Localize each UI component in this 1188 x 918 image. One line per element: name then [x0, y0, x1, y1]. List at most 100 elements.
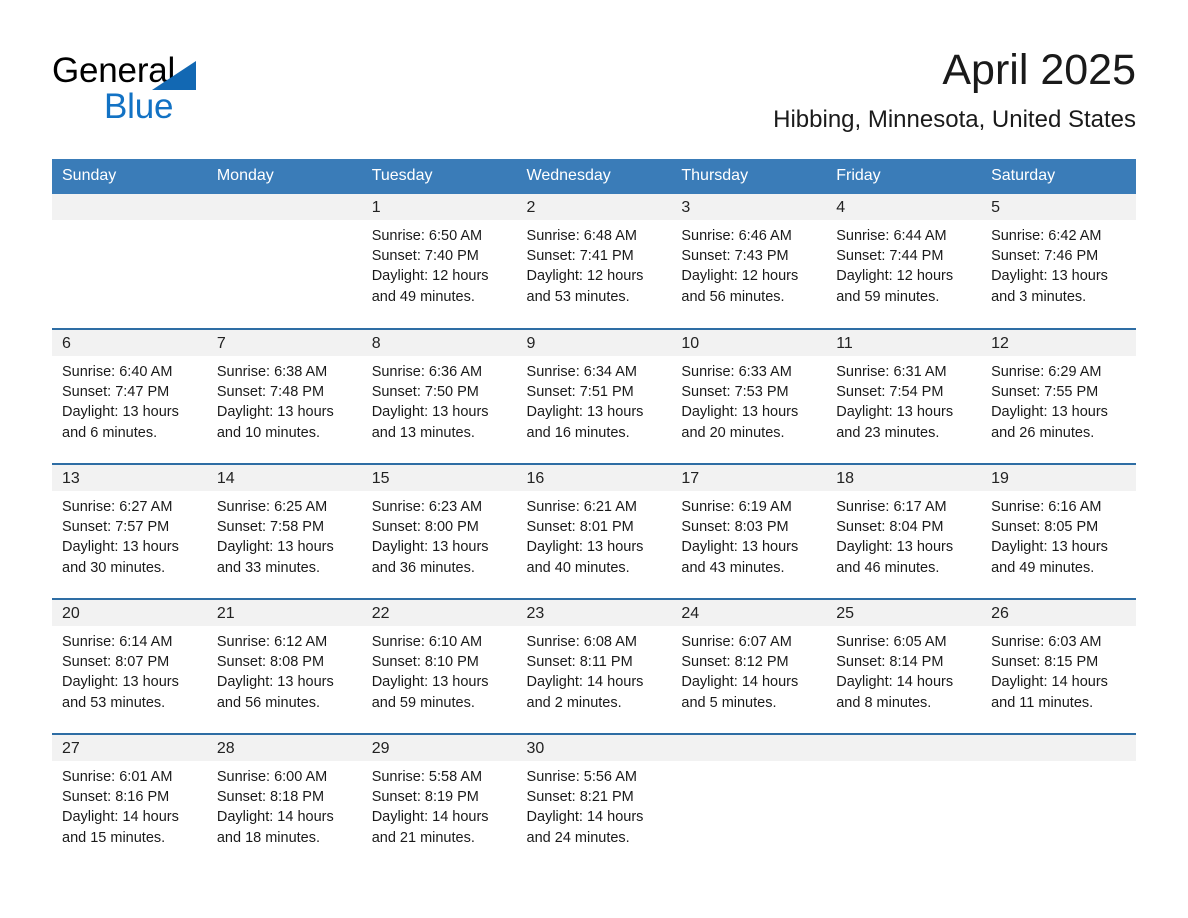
day-cell-13[interactable]: 13 Sunrise: 6:27 AM Sunset: 7:57 PM Dayligh…: [52, 463, 207, 599]
day-details: Sunrise: 6:21 AM Sunset: 8:01 PM Daylight:…: [517, 491, 672, 578]
day-detail-line: Sunset: 8:11 PM: [526, 654, 633, 671]
day-detail-line: Daylight: 13 hours: [991, 268, 1108, 285]
day-cell-27[interactable]: 27 Sunrise: 6:01 AM Sunset: 8:16 PM Dayligh…: [52, 733, 207, 869]
day-number: [52, 194, 207, 220]
day-detail-line: Daylight: 13 hours: [681, 404, 799, 421]
day-detail-line: and 8 minutes.: [836, 694, 932, 711]
day-cell-19[interactable]: 19 Sunrise: 6:16 AM Sunset: 8:05 PM Dayligh…: [981, 463, 1136, 599]
day-detail-line: Sunset: 8:16 PM: [62, 789, 170, 806]
day-detail-line: Sunrise: 6:34 AM: [526, 364, 637, 380]
day-cell-empty: [826, 733, 982, 869]
day-cell-28[interactable]: 28 Sunrise: 6:00 AM Sunset: 8:18 PM Dayligh…: [206, 733, 362, 869]
day-cell-14[interactable]: 14 Sunrise: 6:25 AM Sunset: 7:58 PM Dayligh…: [206, 463, 362, 599]
day-cell-9[interactable]: 9 Sunrise: 6:34 AM Sunset: 7:51 PM Daylight…: [516, 328, 672, 464]
day-cell-24[interactable]: 24 Sunrise: 6:07 AM Sunset: 8:12 PM Dayligh…: [671, 598, 827, 734]
day-number: 22: [361, 600, 517, 626]
day-detail-line: Sunrise: 6:33 AM: [681, 364, 792, 380]
weekday-header-sunday: Sunday: [52, 159, 207, 194]
general-blue-logo[interactable]: General Blue: [52, 52, 312, 144]
day-number: 24: [671, 600, 827, 626]
day-cell-20[interactable]: 20 Sunrise: 6:14 AM Sunset: 8:07 PM Dayligh…: [52, 598, 207, 734]
day-cell-26[interactable]: 26 Sunrise: 6:03 AM Sunset: 8:15 PM Dayligh…: [981, 598, 1136, 734]
day-details: Sunrise: 5:58 AM Sunset: 8:19 PM Daylight:…: [362, 761, 517, 848]
day-number: 26: [981, 600, 1136, 626]
day-number: 25: [826, 600, 982, 626]
day-number: [981, 735, 1136, 761]
day-detail-line: and 23 minutes.: [836, 424, 940, 441]
day-cell-7[interactable]: 7 Sunrise: 6:38 AM Sunset: 7:48 PM Daylight…: [206, 328, 362, 464]
day-detail-line: Sunrise: 6:00 AM: [216, 769, 328, 785]
day-cell-empty: [52, 194, 207, 329]
day-detail-line: Daylight: 12 hours: [371, 268, 489, 285]
day-cell-15[interactable]: 15 Sunrise: 6:23 AM Sunset: 8:00 PM Dayligh…: [361, 463, 517, 599]
day-detail-line: and 59 minutes.: [836, 288, 940, 305]
day-cell-22[interactable]: 22 Sunrise: 6:10 AM Sunset: 8:10 PM Dayligh…: [361, 598, 517, 734]
day-number: 6: [52, 330, 207, 356]
day-detail-line: Sunset: 8:14 PM: [836, 654, 944, 671]
day-detail-line: Daylight: 14 hours: [216, 809, 334, 826]
page-header: General Blue April 2025 Hibbing, Minneso…: [52, 44, 1136, 152]
day-cell-6[interactable]: 6 Sunrise: 6:40 AM Sunset: 7:47 PM Daylight…: [52, 328, 207, 464]
day-number: 29: [361, 735, 517, 761]
day-detail-line: Sunset: 8:15 PM: [991, 654, 1099, 671]
day-number: 20: [52, 600, 207, 626]
day-cell-21[interactable]: 21 Sunrise: 6:12 AM Sunset: 8:08 PM Dayligh…: [206, 598, 362, 734]
day-detail-line: and 53 minutes.: [526, 288, 630, 305]
day-number: 1: [361, 194, 517, 220]
day-detail-line: Sunrise: 6:31 AM: [836, 364, 947, 380]
calendar-week-row: 27 Sunrise: 6:01 AM Sunset: 8:16 PM Dayligh…: [52, 733, 1136, 869]
day-detail-line: and 53 minutes.: [62, 694, 166, 711]
day-cell-3[interactable]: 3 Sunrise: 6:46 AM Sunset: 7:43 PM Daylight…: [671, 194, 827, 329]
day-detail-line: Sunrise: 6:01 AM: [62, 769, 173, 785]
day-detail-line: Sunrise: 6:46 AM: [681, 228, 792, 244]
day-number: 4: [826, 194, 982, 220]
day-detail-line: and 56 minutes.: [216, 694, 321, 711]
day-detail-line: Sunset: 8:21 PM: [526, 789, 634, 806]
day-cell-5[interactable]: 5 Sunrise: 6:42 AM Sunset: 7:46 PM Daylight…: [981, 194, 1136, 329]
day-cell-empty: [671, 733, 827, 869]
day-detail-line: Sunset: 7:51 PM: [526, 384, 634, 401]
day-cell-4[interactable]: 4 Sunrise: 6:44 AM Sunset: 7:44 PM Daylight…: [826, 194, 982, 329]
day-number: 7: [206, 330, 362, 356]
day-detail-line: Sunrise: 6:25 AM: [216, 499, 328, 515]
day-cell-11[interactable]: 11 Sunrise: 6:31 AM Sunset: 7:54 PM Dayligh…: [826, 328, 982, 464]
day-number: 14: [206, 465, 362, 491]
day-cell-25[interactable]: 25 Sunrise: 6:05 AM Sunset: 8:14 PM Dayligh…: [826, 598, 982, 734]
day-detail-line: Sunrise: 6:42 AM: [991, 228, 1102, 244]
day-detail-line: Daylight: 14 hours: [836, 674, 954, 691]
day-number: 18: [826, 465, 982, 491]
day-detail-line: Sunrise: 6:19 AM: [681, 499, 792, 515]
day-detail-line: Daylight: 13 hours: [216, 539, 334, 556]
day-detail-line: Sunset: 7:55 PM: [991, 384, 1099, 401]
day-number: 3: [671, 194, 827, 220]
day-cell-17[interactable]: 17 Sunrise: 6:19 AM Sunset: 8:03 PM Dayligh…: [671, 463, 827, 599]
day-detail-line: Sunrise: 6:27 AM: [62, 499, 173, 515]
weekday-header-tuesday: Tuesday: [361, 159, 517, 194]
day-cell-30[interactable]: 30 Sunrise: 5:56 AM Sunset: 8:21 PM Dayligh…: [516, 733, 672, 869]
day-details: Sunrise: 6:38 AM Sunset: 7:48 PM Daylight:…: [207, 356, 362, 443]
day-detail-line: Daylight: 12 hours: [836, 268, 954, 285]
day-detail-line: and 20 minutes.: [681, 424, 785, 441]
day-cell-2[interactable]: 2 Sunrise: 6:48 AM Sunset: 7:41 PM Daylight…: [516, 194, 672, 329]
day-cell-29[interactable]: 29 Sunrise: 5:58 AM Sunset: 8:19 PM Dayligh…: [361, 733, 517, 869]
calendar-week-row: 6 Sunrise: 6:40 AM Sunset: 7:47 PM Daylight…: [52, 328, 1136, 464]
day-detail-line: Daylight: 13 hours: [371, 674, 489, 691]
day-cell-10[interactable]: 10 Sunrise: 6:33 AM Sunset: 7:53 PM Dayligh…: [671, 328, 827, 464]
day-detail-line: Daylight: 14 hours: [526, 809, 644, 826]
day-detail-line: Sunset: 7:58 PM: [216, 519, 325, 536]
day-detail-line: Sunrise: 6:44 AM: [836, 228, 947, 244]
day-cell-23[interactable]: 23 Sunrise: 6:08 AM Sunset: 8:11 PM Dayligh…: [516, 598, 672, 734]
day-detail-line: and 36 minutes.: [371, 559, 475, 576]
day-details: Sunrise: 6:10 AM Sunset: 8:10 PM Daylight:…: [362, 626, 517, 713]
day-detail-line: Daylight: 14 hours: [681, 674, 799, 691]
day-cell-8[interactable]: 8 Sunrise: 6:36 AM Sunset: 7:50 PM Daylight…: [361, 328, 517, 464]
day-detail-line: and 2 minutes.: [526, 694, 622, 711]
day-cell-12[interactable]: 12 Sunrise: 6:29 AM Sunset: 7:55 PM Dayligh…: [981, 328, 1136, 464]
day-detail-line: and 26 minutes.: [991, 424, 1095, 441]
day-cell-16[interactable]: 16 Sunrise: 6:21 AM Sunset: 8:01 PM Dayligh…: [516, 463, 672, 599]
day-detail-line: Daylight: 14 hours: [526, 674, 644, 691]
day-detail-line: Daylight: 14 hours: [62, 809, 179, 826]
day-cell-18[interactable]: 18 Sunrise: 6:17 AM Sunset: 8:04 PM Dayligh…: [826, 463, 982, 599]
day-cell-1[interactable]: 1 Sunrise: 6:50 AM Sunset: 7:40 PM Daylight…: [361, 194, 517, 329]
title-block: April 2025 Hibbing, Minnesota, United St…: [773, 44, 1136, 136]
